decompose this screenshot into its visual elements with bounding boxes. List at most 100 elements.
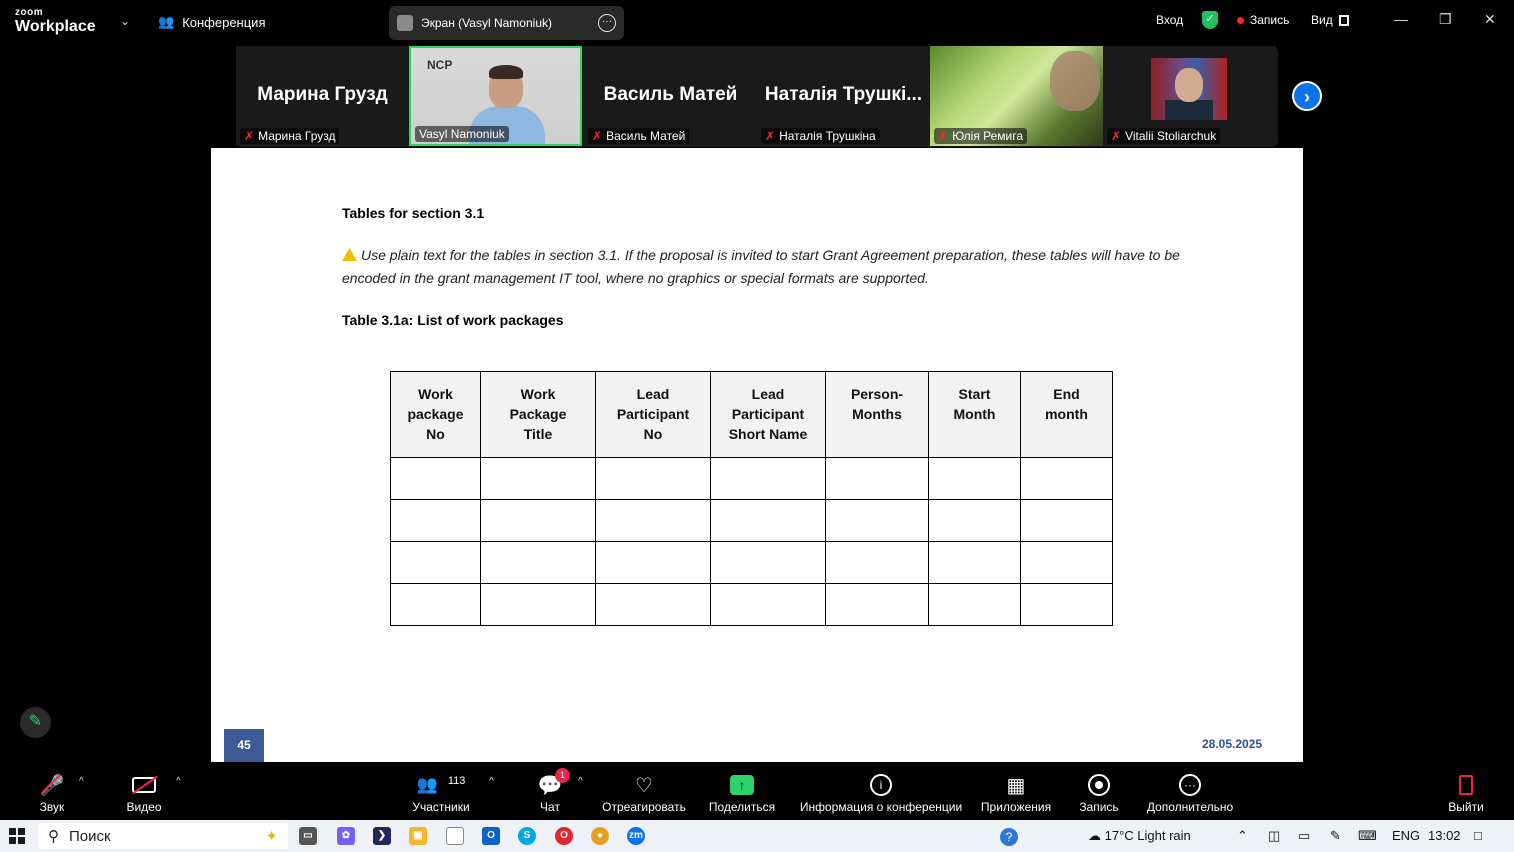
table-cell	[710, 457, 826, 500]
participant-tile[interactable]: ✗ Юлія Ремига	[930, 46, 1103, 146]
chrome-icon[interactable]: ●	[591, 827, 609, 845]
clock[interactable]: 13:02	[1428, 828, 1461, 843]
meeting-toolbar: 🎤 Звук ^ Видео ^ 👥 113 Участники ^ 💬 Чат …	[0, 762, 1514, 820]
table-cell	[928, 583, 1021, 626]
view-button[interactable]: Вид	[1311, 13, 1349, 27]
audio-options-caret-icon[interactable]: ^	[79, 776, 84, 787]
participant-big-name: Наталія Трушкі...	[764, 84, 923, 105]
file-explorer-icon[interactable]: ▣	[409, 827, 427, 845]
mic-off-icon: 🎤	[39, 773, 65, 797]
table-cell	[710, 499, 826, 542]
audio-button[interactable]: 🎤 Звук	[30, 762, 74, 820]
opera-icon[interactable]: O	[555, 827, 573, 845]
chevron-up-icon[interactable]: ⌃	[1237, 828, 1248, 844]
mic-muted-icon: ✗	[938, 129, 949, 143]
more-button[interactable]: ··· Дополнительно	[1144, 762, 1236, 820]
table-cell	[480, 541, 596, 584]
task-view-icon[interactable]: ▭	[299, 827, 317, 845]
warning-icon	[342, 248, 357, 261]
exit-door-icon	[1444, 770, 1488, 800]
table-row	[390, 499, 1113, 542]
table-cell	[825, 541, 929, 584]
battery-icon[interactable]: ▭	[1298, 828, 1310, 844]
pen-icon[interactable]: ✎	[1330, 828, 1341, 844]
annotate-pen-icon[interactable]: ✎	[20, 707, 51, 738]
share-button[interactable]: ↑ Поделиться	[706, 762, 778, 820]
weather-widget[interactable]: ☁ 17°C Light rain	[1088, 828, 1191, 844]
record-button[interactable]: Запись	[1074, 762, 1124, 820]
page-number: 45	[224, 729, 264, 762]
language-indicator[interactable]: ENG	[1392, 828, 1420, 843]
apps-button[interactable]: ▦ Приложения	[978, 762, 1054, 820]
participants-button[interactable]: 👥 113 Участники	[405, 762, 477, 820]
notepad-icon[interactable]	[446, 827, 464, 845]
participant-label: ✗ Марина Грузд	[240, 128, 340, 144]
table-cell	[710, 583, 826, 626]
participant-label: ✗ Vitalii Stoliarchuk	[1107, 128, 1221, 144]
chat-badge: 1	[555, 768, 570, 783]
participant-label: Vasyl Namoniuk	[415, 126, 509, 142]
chevron-down-icon[interactable]: ⌄	[120, 14, 130, 28]
search-icon: ⚲	[48, 828, 59, 845]
terminal-icon[interactable]: ❯	[373, 827, 391, 845]
recording-indicator[interactable]: Запись	[1237, 13, 1289, 27]
help-icon[interactable]: ?	[1000, 828, 1018, 846]
table-cell	[1020, 499, 1113, 542]
skype-icon[interactable]: S	[518, 827, 536, 845]
record-icon	[1074, 770, 1124, 800]
participant-tile[interactable]: Наталія Трушкі... ✗ Наталія Трушкіна	[757, 46, 930, 146]
notifications-icon[interactable]: □	[1474, 828, 1482, 843]
keyboard-icon[interactable]: ⌨	[1358, 828, 1377, 844]
minimize-icon[interactable]: —	[1394, 11, 1408, 27]
taskbar-search[interactable]: ⚲ Поиск ✦	[38, 823, 288, 849]
table-cell	[390, 541, 481, 584]
table-cell	[825, 583, 929, 626]
login-button[interactable]: Вход	[1156, 13, 1183, 27]
table-cell	[1020, 541, 1113, 584]
table-cell	[480, 499, 596, 542]
participant-name: Vitalii Stoliarchuk	[1125, 129, 1217, 143]
recording-label: Запись	[1250, 13, 1290, 27]
zoom-taskbar-icon[interactable]: zm	[627, 827, 645, 845]
table-cell	[595, 541, 711, 584]
restore-icon[interactable]: ❐	[1439, 11, 1452, 28]
weather-text: 17°C Light rain	[1104, 828, 1191, 843]
record-dot-icon	[1237, 16, 1244, 24]
participant-tile[interactable]: Василь Матей ✗ Василь Матей	[584, 46, 757, 146]
video-button[interactable]: Видео	[119, 762, 169, 820]
more-icon[interactable]: ···	[598, 14, 616, 32]
participants-icon-row: 👥 113	[405, 770, 477, 800]
table-cell	[825, 499, 929, 542]
security-shield-icon[interactable]: ✓	[1202, 11, 1218, 29]
share-label: Поделиться	[708, 800, 776, 814]
leave-button[interactable]: Выйти	[1444, 762, 1488, 820]
participant-name: Юлія Ремига	[952, 129, 1024, 143]
note-text: Use plain text for the tables in section…	[342, 247, 1180, 286]
participant-name: Vasyl Namoniuk	[419, 127, 505, 141]
chat-options-caret-icon[interactable]: ^	[578, 776, 583, 787]
meeting-info-button[interactable]: 👥 Конференция	[158, 14, 265, 30]
next-page-arrow-icon[interactable]: ›	[1292, 81, 1322, 111]
screen-share-pill[interactable]: Экран (Vasyl Namoniuk) ···	[389, 6, 624, 40]
close-icon[interactable]: ✕	[1484, 11, 1496, 28]
table-body	[390, 457, 1113, 626]
participant-tile-active[interactable]: NCP Vasyl Namoniuk	[409, 46, 582, 146]
participant-tile[interactable]: ✗ Vitalii Stoliarchuk	[1103, 46, 1276, 146]
login-label: Вход	[1156, 13, 1184, 27]
video-options-caret-icon[interactable]: ^	[176, 776, 181, 787]
participant-tile[interactable]: Марина Грузд ✗ Марина Грузд	[236, 46, 409, 146]
table-cell	[928, 499, 1021, 542]
section-title: Tables for section 3.1	[342, 205, 485, 221]
note-paragraph: Use plain text for the tables in section…	[342, 244, 1192, 290]
outlook-icon[interactable]: O	[482, 827, 500, 845]
participant-big-name: Василь Матей	[603, 84, 738, 105]
meet-now-icon[interactable]: ◫	[1268, 828, 1280, 844]
meeting-info-toolbar-button[interactable]: i Информация о конференции	[796, 762, 966, 820]
participants-options-caret-icon[interactable]: ^	[489, 776, 494, 787]
windows-start-icon[interactable]	[9, 828, 25, 844]
copilot-icon[interactable]: ✿	[337, 827, 355, 845]
react-button[interactable]: ♡ Отреагировать	[600, 762, 688, 820]
table-cell	[390, 457, 481, 500]
grid-icon	[1338, 14, 1349, 26]
table-row	[390, 583, 1113, 626]
